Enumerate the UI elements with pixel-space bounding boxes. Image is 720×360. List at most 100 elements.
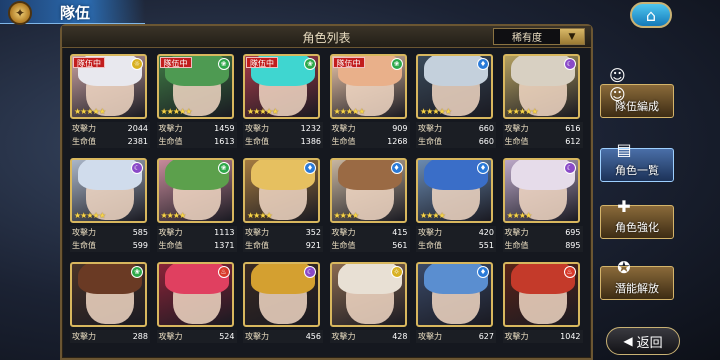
character-card[interactable]: ♦ ★★★★ 攻擊力 415 生命值 561 [329, 158, 410, 252]
hp-value: 895 [565, 241, 581, 250]
attack-value: 428 [392, 332, 408, 341]
hp-value: 551 [478, 241, 494, 250]
wind-element-icon: ❀ [390, 58, 403, 70]
attack-label: 攻擊力 [418, 228, 442, 237]
potential-icon: ✪ [617, 257, 631, 277]
character-card[interactable]: ☼ 攻擊力 428 [329, 262, 410, 356]
attack-value: 616 [565, 124, 581, 133]
hp-stat: 生命值 1268 [329, 135, 410, 148]
attack-value: 2044 [127, 124, 148, 133]
rarity-stars: ★★★★★ [420, 107, 452, 116]
character-card[interactable]: ☾ ★★★★ 攻擊力 695 生命值 895 [502, 158, 583, 252]
attack-value: 627 [478, 332, 494, 341]
hp-stat: 生命值 1386 [243, 135, 323, 148]
attack-stat: 攻擊力 660 [416, 122, 496, 135]
attack-stat: 攻擊力 1113 [156, 226, 237, 239]
hp-value: 1371 [214, 241, 235, 250]
rarity-stars: ★★★★ [506, 211, 533, 220]
hp-value: 2381 [127, 137, 148, 146]
character-portrait: ☾ ★★★★★ [70, 158, 147, 223]
attack-value: 1232 [300, 124, 321, 133]
character-portrait: ♦ ★★★★ [243, 158, 320, 223]
character-card[interactable]: ❀ 攻擊力 288 [70, 262, 150, 356]
rarity-stars: ★★★★ [160, 211, 187, 220]
attack-label: 攻擊力 [504, 332, 529, 341]
character-card[interactable]: ♦ 攻擊力 627 [416, 262, 496, 356]
character-list-panel: 角色列表 稀有度 ▼ 隊伍中 ☼ ★★★★★ 攻擊力 2044 生命值 2381 隊伍中 ❀ ★★… [60, 24, 593, 360]
character-portrait: 隊伍中 ❀ ★★★★★ [329, 54, 407, 119]
character-card[interactable]: ❀ ★★★★ 攻擊力 1113 生命值 1371 [156, 158, 237, 252]
side-menu-button[interactable]: ☺☺ 隊伍編成 [600, 66, 674, 118]
side-menu-button[interactable]: ✚ 角色強化 [600, 197, 674, 239]
side-menu-label: 角色一覧 [615, 164, 659, 177]
rarity-stars: ★★★★★ [74, 107, 106, 116]
character-portrait: ♨ [502, 262, 580, 327]
attack-value: 909 [392, 124, 408, 133]
in-party-badge: 隊伍中 [246, 57, 278, 68]
wind-element-icon: ❀ [304, 58, 316, 70]
attack-stat: 攻擊力 456 [243, 330, 323, 343]
hp-label: 生命值 [72, 137, 96, 146]
back-button[interactable]: ◀ 返回 [606, 327, 680, 355]
sort-dropdown[interactable]: 稀有度 ▼ [493, 28, 585, 45]
character-portrait: ☾ ★★★★ [502, 158, 580, 223]
character-card[interactable]: ♨ 攻擊力 524 [156, 262, 237, 356]
rarity-stars: ★★★★ [247, 211, 273, 220]
attack-stat: 攻擊力 909 [329, 122, 410, 135]
side-menu-button[interactable]: ▤ 角色一覧 [600, 140, 674, 182]
water-element-icon: ♦ [477, 162, 489, 174]
dark-element-icon: ☾ [131, 162, 143, 174]
hp-label: 生命值 [158, 137, 183, 146]
sort-label: 稀有度 [512, 33, 542, 44]
character-portrait: ☼ [329, 262, 407, 327]
attack-value: 1042 [560, 332, 581, 341]
rarity-stars: ★★★★★ [506, 107, 539, 116]
attack-label: 攻擊力 [158, 332, 183, 341]
wind-element-icon: ❀ [217, 58, 230, 70]
attack-stat: 攻擊力 585 [70, 226, 150, 239]
character-card[interactable]: ☾ ★★★★★ 攻擊力 616 生命值 612 [502, 54, 583, 148]
home-button[interactable]: ⌂ [630, 2, 672, 28]
dark-element-icon: ☾ [563, 58, 576, 70]
character-card[interactable]: 隊伍中 ❀ ★★★★★ 攻擊力 909 生命值 1268 [329, 54, 410, 148]
character-portrait: ♦ ★★★★ [416, 158, 493, 223]
hp-stat: 生命值 921 [243, 239, 323, 252]
attack-label: 攻擊力 [331, 124, 356, 133]
fire-element-icon: ♨ [563, 266, 576, 278]
character-portrait: ❀ ★★★★ [156, 158, 234, 223]
attack-value: 1113 [214, 228, 235, 237]
attack-label: 攻擊力 [418, 332, 442, 341]
attack-stat: 攻擊力 288 [70, 330, 150, 343]
hp-label: 生命值 [504, 137, 529, 146]
character-portrait: ♦ ★★★★ [329, 158, 407, 223]
attack-label: 攻擊力 [331, 228, 356, 237]
hp-value: 1386 [300, 137, 321, 146]
character-card[interactable]: ♦ ★★★★ 攻擊力 352 生命值 921 [243, 158, 323, 252]
rarity-stars: ★★★★★ [74, 211, 106, 220]
attack-value: 585 [132, 228, 148, 237]
character-card[interactable]: 隊伍中 ☼ ★★★★★ 攻擊力 2044 生命值 2381 [70, 54, 150, 148]
character-card[interactable]: ♦ ★★★★ 攻擊力 420 生命值 551 [416, 158, 496, 252]
attack-stat: 攻擊力 1042 [502, 330, 583, 343]
character-card[interactable]: ☾ 攻擊力 456 [243, 262, 323, 356]
character-portrait: 隊伍中 ❀ ★★★★★ [243, 54, 320, 119]
panel-header: 角色列表 稀有度 ▼ [62, 26, 591, 48]
hp-label: 生命值 [245, 137, 269, 146]
character-card[interactable]: ☾ ★★★★★ 攻擊力 585 生命值 599 [70, 158, 150, 252]
side-menu-button[interactable]: ✪ 潛能解放 [600, 258, 674, 300]
attack-stat: 攻擊力 428 [329, 330, 410, 343]
water-element-icon: ♦ [304, 162, 316, 174]
character-card[interactable]: 隊伍中 ❀ ★★★★★ 攻擊力 1459 生命值 1613 [156, 54, 237, 148]
hp-label: 生命值 [331, 137, 356, 146]
character-card[interactable]: ♦ ★★★★★ 攻擊力 660 生命值 660 [416, 54, 496, 148]
character-card[interactable]: 隊伍中 ❀ ★★★★★ 攻擊力 1232 生命值 1386 [243, 54, 323, 148]
attack-label: 攻擊力 [504, 228, 529, 237]
hp-value: 660 [478, 137, 494, 146]
attack-label: 攻擊力 [158, 124, 183, 133]
character-card[interactable]: ♨ 攻擊力 1042 [502, 262, 583, 356]
character-portrait: ☾ [243, 262, 320, 327]
attack-value: 1459 [214, 124, 235, 133]
attack-value: 524 [219, 332, 235, 341]
light-element-icon: ☼ [390, 266, 403, 278]
character-portrait: 隊伍中 ❀ ★★★★★ [156, 54, 234, 119]
